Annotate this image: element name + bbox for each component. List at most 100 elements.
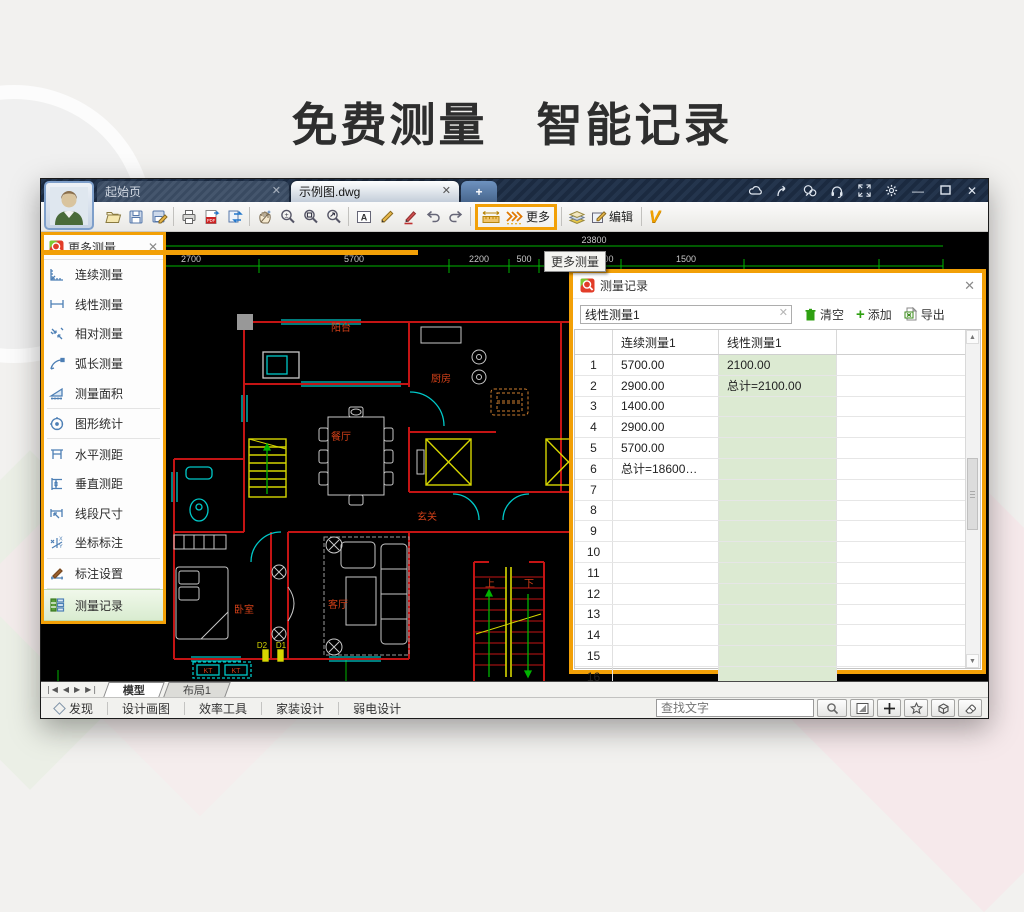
table-row[interactable]: 7 — [575, 480, 966, 501]
sidebar-item-horizontal-distance[interactable]: 水平测距 — [44, 439, 163, 469]
save-as-button[interactable] — [147, 205, 170, 229]
minimize-icon[interactable]: — — [910, 183, 926, 199]
settings-gear-icon[interactable] — [883, 183, 899, 199]
table-cell[interactable]: 12 — [575, 584, 613, 604]
sidebar-item-linear-measure[interactable]: 线性测量 — [44, 290, 163, 320]
pan-hand-button[interactable] — [253, 205, 276, 229]
marker-button[interactable] — [398, 205, 421, 229]
table-cell[interactable]: 7 — [575, 480, 613, 500]
zoom-button[interactable]: ± — [276, 205, 299, 229]
table-cell[interactable]: 5 — [575, 438, 613, 458]
table-row[interactable]: 10 — [575, 542, 966, 563]
share-icon[interactable] — [775, 183, 791, 199]
tab-model[interactable]: 模型 — [103, 682, 164, 697]
pencil-button[interactable] — [375, 205, 398, 229]
table-cell[interactable]: 2900.00 — [613, 376, 719, 396]
table-row[interactable]: 15 — [575, 646, 966, 667]
table-cell[interactable] — [837, 459, 966, 479]
scroll-up-icon[interactable]: ▲ — [966, 330, 979, 344]
clear-button[interactable]: 清空 — [804, 306, 844, 323]
more-measure-button[interactable] — [502, 205, 525, 229]
table-cell[interactable] — [719, 563, 837, 583]
table-cell[interactable]: 11 — [575, 563, 613, 583]
sidebar-item-coordinate-annotate[interactable]: XY坐标标注 — [44, 528, 163, 558]
table-cell[interactable] — [837, 667, 966, 681]
edit-button[interactable]: 编辑 — [588, 205, 638, 229]
table-cell[interactable] — [719, 605, 837, 625]
cloud-icon[interactable] — [748, 183, 764, 199]
scroll-down-icon[interactable]: ▼ — [966, 654, 979, 668]
table-cell[interactable]: 6 — [575, 459, 613, 479]
table-cell[interactable] — [719, 521, 837, 541]
table-cell[interactable] — [719, 625, 837, 645]
table-cell[interactable] — [613, 563, 719, 583]
table-row[interactable]: 22900.00总计=2100.00 — [575, 376, 966, 397]
favorite-tool-button[interactable] — [904, 699, 928, 717]
new-tab-button[interactable]: + — [461, 181, 497, 202]
first-sheet-icon[interactable]: ❘◀ — [43, 685, 60, 694]
fullscreen-icon[interactable] — [856, 183, 872, 199]
column-header[interactable]: 连续测量1 — [613, 330, 719, 354]
table-row[interactable]: 55700.00 — [575, 438, 966, 459]
table-cell[interactable] — [613, 584, 719, 604]
table-cell[interactable]: 2 — [575, 376, 613, 396]
table-cell[interactable] — [719, 542, 837, 562]
table-cell[interactable] — [613, 646, 719, 666]
user-avatar[interactable] — [44, 181, 94, 230]
view-3d-tool-button[interactable] — [931, 699, 955, 717]
sidebar-item-graphic-stats[interactable]: 图形统计 — [44, 409, 163, 439]
table-cell[interactable] — [613, 521, 719, 541]
table-cell[interactable]: 5700.00 — [613, 438, 719, 458]
sidebar-item-area-measure[interactable]: 测量面积 — [44, 378, 163, 408]
table-row[interactable]: 6总计=18600… — [575, 459, 966, 480]
maximize-icon[interactable] — [937, 183, 953, 199]
sidebar-item-relative-measure[interactable]: 相对测量 — [44, 319, 163, 349]
table-row[interactable]: 14 — [575, 625, 966, 646]
table-row[interactable]: 8 — [575, 501, 966, 522]
sidebar-item-segment-size[interactable]: 线段尺寸 — [44, 499, 163, 529]
table-cell[interactable]: 总计=2100.00 — [719, 376, 837, 396]
table-cell[interactable]: 1 — [575, 355, 613, 375]
batch-convert-button[interactable] — [223, 205, 246, 229]
table-cell[interactable]: 8 — [575, 501, 613, 521]
table-cell[interactable]: 2100.00 — [719, 355, 837, 375]
table-cell[interactable] — [837, 501, 966, 521]
table-cell[interactable] — [837, 417, 966, 437]
table-cell[interactable] — [719, 667, 837, 681]
tab-start-page[interactable]: 起始页 ✕ — [97, 181, 289, 202]
table-cell[interactable]: 14 — [575, 625, 613, 645]
table-cell[interactable] — [719, 397, 837, 417]
table-cell[interactable] — [837, 438, 966, 458]
close-icon[interactable]: ✕ — [964, 183, 980, 199]
table-cell[interactable]: 5700.00 — [613, 355, 719, 375]
table-cell[interactable]: 9 — [575, 521, 613, 541]
table-cell[interactable] — [837, 397, 966, 417]
clear-input-icon[interactable]: ✕ — [779, 308, 788, 319]
table-scrollbar[interactable]: ▲ ▼ — [965, 330, 980, 668]
save-button[interactable] — [124, 205, 147, 229]
table-cell[interactable] — [719, 480, 837, 500]
table-cell[interactable]: 3 — [575, 397, 613, 417]
sidebar-item-measure-records[interactable]: 测量记录 — [44, 589, 163, 621]
table-row[interactable]: 42900.00 — [575, 417, 966, 438]
records-name-input[interactable] — [580, 305, 792, 324]
table-cell[interactable] — [719, 438, 837, 458]
table-cell[interactable] — [719, 417, 837, 437]
table-cell[interactable] — [613, 542, 719, 562]
panel-close-icon[interactable]: ✕ — [964, 278, 975, 294]
table-cell[interactable] — [719, 584, 837, 604]
table-cell[interactable]: 4 — [575, 417, 613, 437]
crosshair-tool-button[interactable] — [877, 699, 901, 717]
home-design-button[interactable]: 家装设计 — [262, 700, 338, 717]
sidebar-item-arc-measure[interactable]: 弧长测量 — [44, 349, 163, 379]
table-cell[interactable]: 2900.00 — [613, 417, 719, 437]
table-cell[interactable] — [613, 667, 719, 681]
layers-button[interactable] — [565, 205, 588, 229]
table-cell[interactable] — [837, 584, 966, 604]
table-cell[interactable] — [613, 625, 719, 645]
sidebar-item-vertical-distance[interactable]: 垂直测距 — [44, 469, 163, 499]
undo-button[interactable] — [421, 205, 444, 229]
export-button[interactable]: 导出 — [904, 306, 945, 323]
low-voltage-design-button[interactable]: 弱电设计 — [339, 700, 415, 717]
add-button[interactable]: +添加 — [856, 306, 892, 323]
